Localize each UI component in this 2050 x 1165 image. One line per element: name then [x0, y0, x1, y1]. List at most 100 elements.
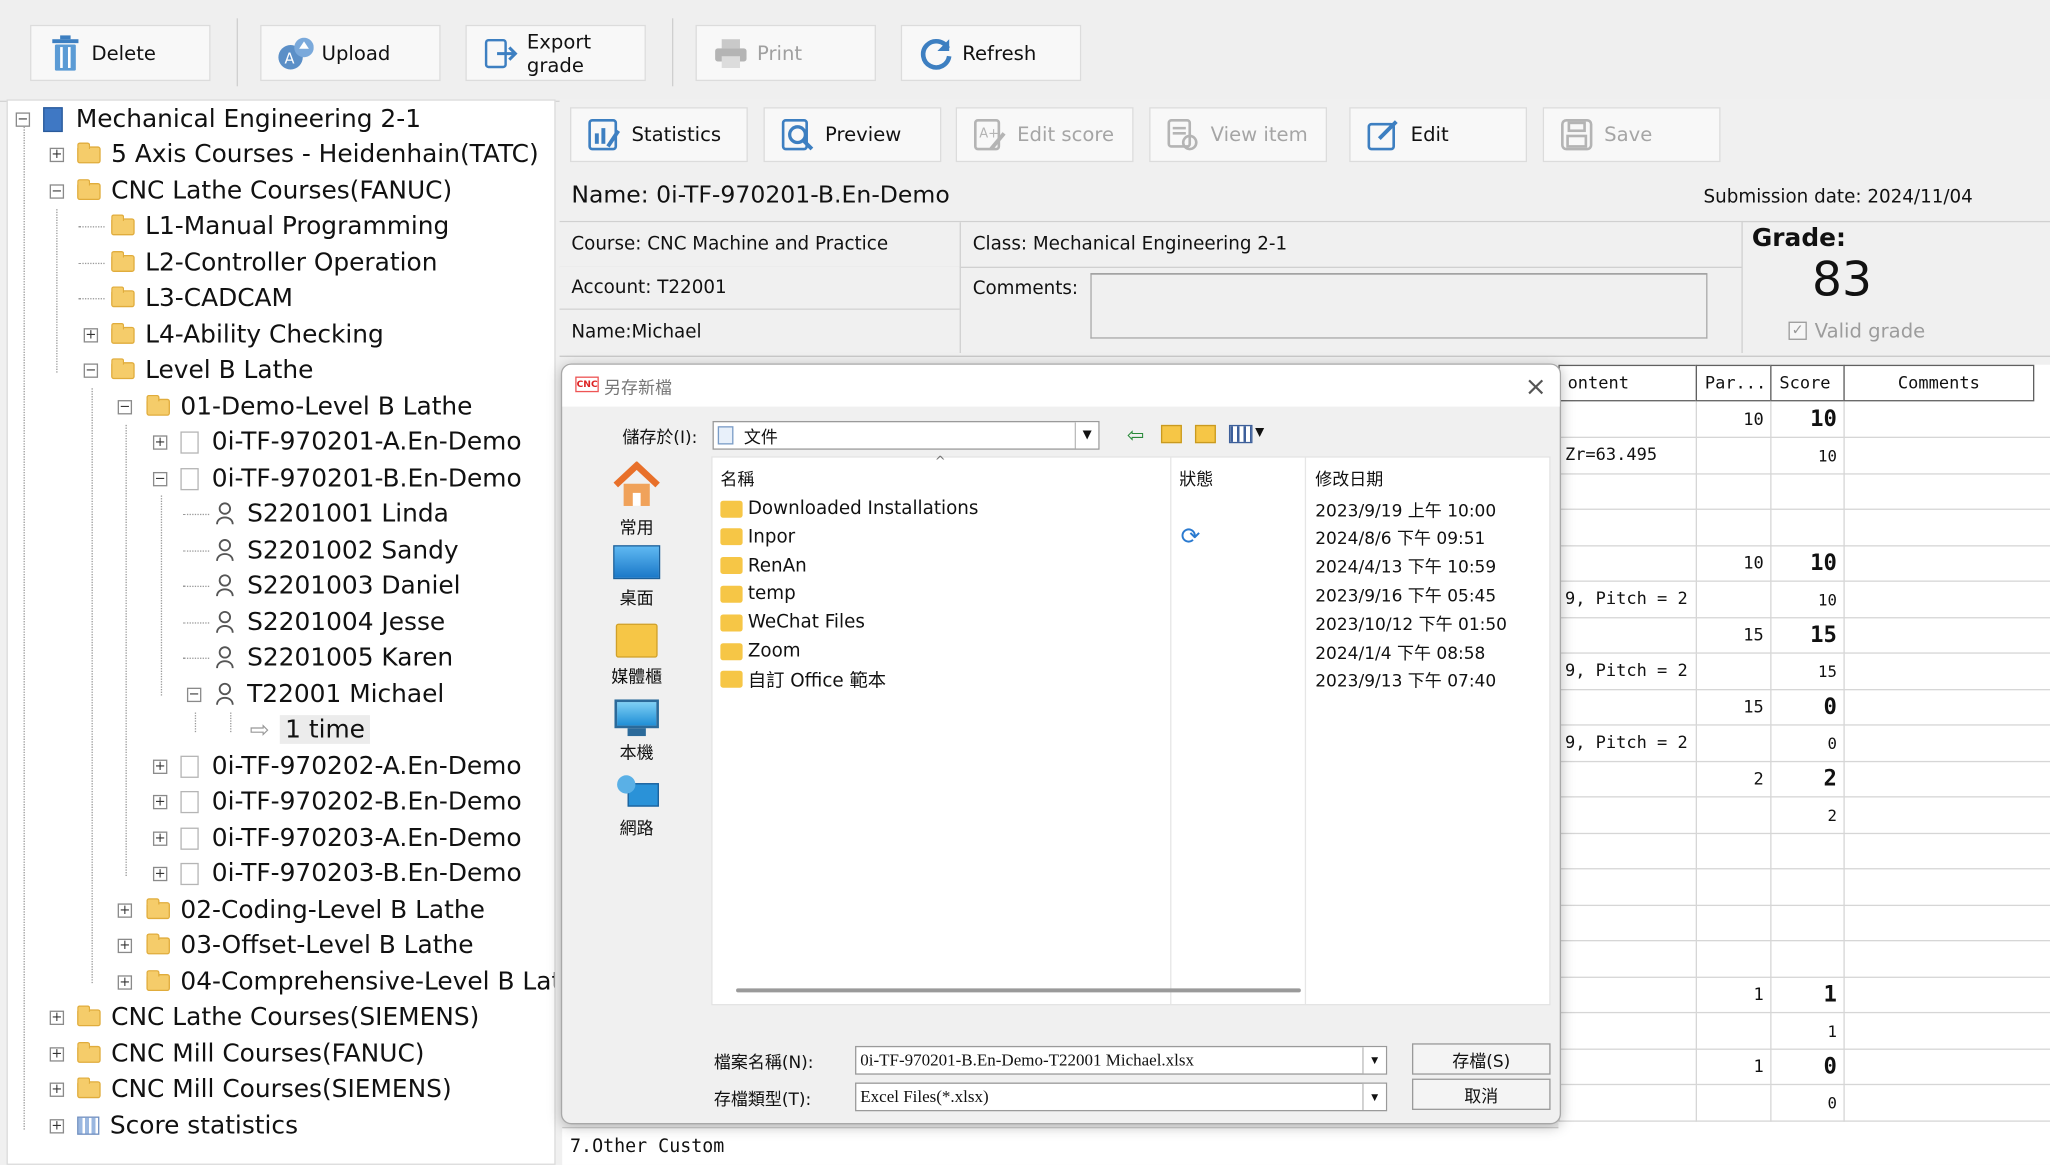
table-row[interactable]: 10 10 [1558, 545, 2050, 582]
expand-toggle[interactable]: + [83, 328, 99, 343]
filetype-select[interactable]: Excel Files(*.xlsx) ▼ [855, 1082, 1388, 1112]
column-header-name[interactable]: 名稱 [720, 465, 754, 491]
file-row[interactable]: RenAn [720, 551, 807, 580]
table-row[interactable] [1558, 940, 2050, 978]
tree-node[interactable]: Level B Lathe [111, 353, 313, 387]
file-row[interactable]: Downloaded Installations [720, 494, 978, 523]
collapse-toggle[interactable]: − [117, 400, 133, 415]
collapse-toggle[interactable]: − [15, 112, 31, 127]
tree-node[interactable]: 0i-TF-970203-B.En-Demo [180, 856, 522, 890]
edit-button[interactable]: Edit [1349, 107, 1528, 163]
table-row[interactable]: Zr=63.495 10 [1558, 437, 2050, 474]
tree-node[interactable]: Score statistics [77, 1109, 298, 1143]
expand-toggle[interactable]: + [49, 147, 65, 163]
expand-toggle[interactable]: + [117, 938, 133, 954]
collapse-toggle[interactable]: − [49, 184, 65, 199]
upload-button[interactable]: A Upload [260, 24, 441, 82]
preview-button[interactable]: Preview [763, 107, 942, 163]
tree-node[interactable]: 04-Comprehensive-Level B Lathe [146, 965, 554, 999]
table-row[interactable]: 10 10 [1558, 401, 2050, 438]
filename-input[interactable]: 0i-TF-970201-B.En-Demo-T22001 Michael.xl… [855, 1045, 1388, 1075]
file-row[interactable]: Inpor [720, 523, 795, 552]
table-row[interactable]: 10 [1558, 1048, 2050, 1086]
tree-node[interactable]: CNC Mill Courses(FANUC) [77, 1037, 424, 1071]
horizontal-scrollbar[interactable] [736, 988, 1301, 993]
place-libraries[interactable]: 媒體櫃 [591, 618, 683, 694]
table-row[interactable]: 15 15 [1558, 617, 2050, 654]
file-row[interactable]: 自訂 Office 範本 [720, 665, 886, 694]
tree-node[interactable]: 5 Axis Courses - Heidenhain(TATC) [77, 137, 539, 171]
tree-node[interactable]: 0i-TF-970201-A.En-Demo [180, 425, 522, 459]
expand-toggle[interactable]: + [152, 831, 168, 846]
expand-toggle[interactable]: + [117, 903, 133, 918]
table-row[interactable]: 15 0 [1558, 688, 2050, 726]
tree-node[interactable]: 02-Coding-Level B Lathe [146, 893, 485, 927]
comments-input[interactable] [1090, 273, 1708, 339]
tree-node[interactable]: 01-Demo-Level B Lathe [146, 390, 472, 424]
view-menu-icon[interactable] [1228, 424, 1253, 444]
place-recent[interactable]: 常用 [591, 460, 683, 539]
table-row[interactable]: 11 [1558, 976, 2050, 1014]
tree-node[interactable]: S2201002 Sandy [216, 533, 459, 567]
table-row[interactable]: 1 [1558, 1012, 2050, 1050]
tree-node[interactable]: L2-Controller Operation [111, 246, 437, 280]
statistics-button[interactable]: Statistics [570, 107, 748, 163]
dialog-cancel-button[interactable]: 取消 [1411, 1078, 1551, 1110]
tree-node[interactable]: CNC Mill Courses(SIEMENS) [77, 1072, 452, 1106]
tree-node[interactable]: S2201005 Karen [216, 641, 453, 675]
table-row[interactable]: 9, Pitch = 2 10 [1558, 581, 2050, 618]
tree-node[interactable]: 0i-TF-970201-B.En-Demo [180, 462, 522, 496]
expand-toggle[interactable]: + [49, 1082, 65, 1097]
table-row[interactable] [1558, 509, 2050, 546]
table-row[interactable] [1558, 904, 2050, 942]
tree-node[interactable]: 0i-TF-970202-B.En-Demo [180, 784, 522, 818]
file-row[interactable]: temp [720, 580, 796, 609]
file-row[interactable]: Zoom [720, 637, 801, 666]
table-row[interactable]: 9, Pitch = 2 15 [1558, 653, 2050, 690]
tree-node[interactable]: 03-Offset-Level B Lathe [146, 928, 474, 962]
save-button[interactable]: Save [1542, 107, 1721, 163]
expand-toggle[interactable]: + [49, 1010, 65, 1026]
dialog-save-button[interactable]: 存檔(S) [1411, 1043, 1551, 1075]
tree-node[interactable]: S2201001 Linda [216, 497, 449, 531]
expand-toggle[interactable]: + [152, 794, 168, 810]
table-row[interactable] [1558, 832, 2050, 870]
column-header-date[interactable]: 修改日期 [1315, 465, 1383, 491]
table-row[interactable]: 0 [1558, 1084, 2050, 1122]
place-desktop[interactable]: 桌面 [591, 540, 683, 616]
column-header-status[interactable]: 狀態 [1179, 465, 1213, 491]
expand-toggle[interactable]: + [49, 1119, 65, 1134]
expand-toggle[interactable]: + [152, 866, 168, 882]
table-row[interactable]: 9, Pitch = 2 0 [1558, 724, 2050, 762]
file-row[interactable]: WeChat Files [720, 608, 865, 637]
tree-node[interactable]: S2201003 Daniel [216, 569, 461, 603]
expand-toggle[interactable]: + [152, 435, 168, 450]
table-row[interactable]: 2 [1558, 796, 2050, 834]
tree-node[interactable]: T22001 Michael [216, 677, 444, 711]
delete-button[interactable]: Delete [30, 24, 211, 82]
tree-node[interactable]: CNC Lathe Courses(FANUC) [77, 174, 452, 208]
expand-toggle[interactable]: + [49, 1047, 65, 1062]
collapse-toggle[interactable]: − [186, 687, 202, 703]
refresh-button[interactable]: Refresh [900, 24, 1082, 82]
tree-node[interactable]: L4-Ability Checking [111, 318, 384, 352]
expand-toggle[interactable]: + [117, 975, 133, 990]
chevron-down-icon[interactable]: ▼ [1255, 426, 1264, 439]
tree-node[interactable]: CNC Lathe Courses(SIEMENS) [77, 1000, 479, 1034]
tree-node[interactable]: S2201004 Jesse [216, 605, 445, 639]
tree-node[interactable]: L1-Manual Programming [111, 209, 449, 243]
up-folder-icon[interactable] [1160, 424, 1182, 444]
table-row[interactable]: 22 [1558, 760, 2050, 798]
view-item-button[interactable]: View item [1149, 107, 1328, 163]
tree-root[interactable]: Mechanical Engineering 2-1 [43, 102, 421, 136]
new-folder-icon[interactable] [1194, 424, 1216, 444]
tree-node[interactable]: 0i-TF-970203-A.En-Demo [180, 821, 522, 855]
table-row[interactable] [1558, 473, 2050, 510]
tree-node[interactable]: ⇨ 1 time [250, 713, 371, 747]
expand-toggle[interactable]: + [152, 759, 168, 774]
tree-node[interactable]: 0i-TF-970202-A.En-Demo [180, 749, 522, 783]
edit-score-button[interactable]: A+ Edit score [955, 107, 1134, 163]
save-in-select[interactable]: 文件 ▼ [712, 420, 1100, 450]
tree-node[interactable]: L3-CADCAM [111, 281, 293, 315]
valid-grade-checkbox[interactable]: ✓ [1788, 321, 1807, 340]
